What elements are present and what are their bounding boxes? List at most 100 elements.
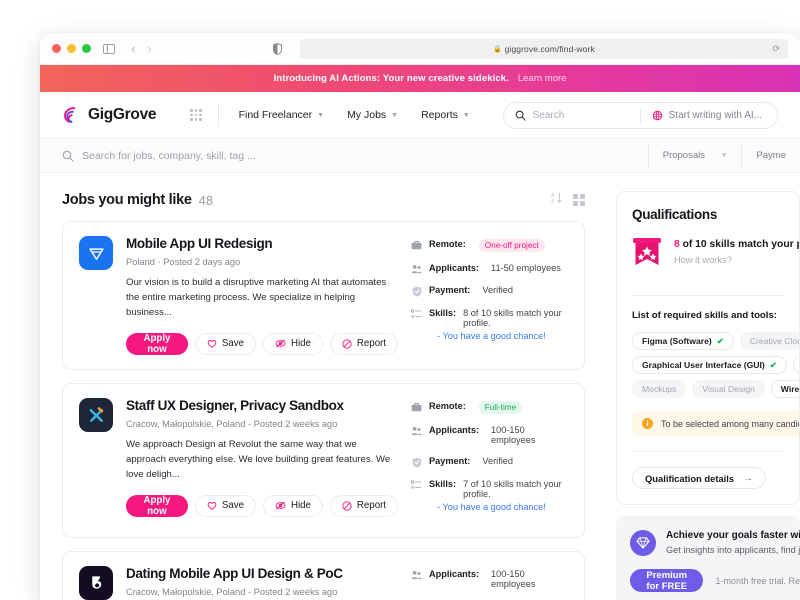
app-header: GigGrove Find Freelancer ▼ My Jobs ▼ Rep… [40,92,800,138]
hide-button[interactable]: Hide [262,494,323,517]
detail-applicants: Applicants: 11-50 employees [411,263,568,274]
job-title[interactable]: Staff UX Designer, Privacy Sandbox [126,398,398,414]
detail-value: 11-50 employees [491,263,561,273]
filter-proposals[interactable]: Proposals ▼ [647,144,742,167]
save-button[interactable]: Save [194,494,256,517]
report-button[interactable]: Report [329,332,398,355]
reload-icon[interactable]: ⟳ [772,43,780,54]
apply-now-button[interactable]: Apply now [126,332,188,355]
detail-label: Payment: [429,285,471,295]
jobs-header: Jobs you might like 48 A Z [62,191,605,209]
detail-skills: Skills: 7 of 10 skills match your profil… [411,479,568,512]
header-search-input[interactable]: Search [515,110,640,121]
skills-chance-note: - You have a good chance! [437,501,546,512]
panel-divider [632,451,784,452]
qualifications-summary: 8 of 10 skills match your p How it works… [632,237,799,280]
skill-chip[interactable]: Visual Design [692,380,765,398]
hide-button[interactable]: Hide [262,332,323,355]
premium-promo-card[interactable]: Achieve your goals faster with Get insig… [616,516,800,600]
brand-logo-link[interactable]: GigGrove [62,106,157,125]
skill-chip[interactable]: Figma (Software) ✔ [632,332,734,350]
traffic-lights[interactable] [52,44,91,53]
promo-banner[interactable]: Introducing AI Actions: Your new creativ… [40,65,800,92]
brand-name: GigGrove [88,106,157,123]
browser-window: ‹ › 🔒 giggrove.com/find-work ⟳ Introduci… [40,33,800,600]
how-it-works-link[interactable]: How it works? [674,255,799,265]
sidebar-toggle-icon[interactable] [101,41,117,57]
apply-now-button[interactable]: Apply now [126,494,188,517]
nav-item-my-jobs[interactable]: My Jobs ▼ [347,109,398,121]
skill-chip[interactable]: Mockups [632,380,687,398]
giggrove-logo-icon [64,106,76,123]
company-logo [79,565,113,600]
maximize-window-button[interactable] [82,44,91,53]
qualification-details-button[interactable]: Qualification details → [632,467,767,489]
skills-chip-list: Figma (Software) ✔ Creative Cloud Graphic… [632,332,799,398]
job-card[interactable]: Mobile App UI Redesign Poland · Posted 2… [62,221,585,370]
privacy-shield-icon[interactable] [270,41,286,57]
premium-for-free-button[interactable]: Premium for FREE [630,569,704,592]
skills-match-text: of 10 skills match your p [679,239,800,250]
job-title[interactable]: Mobile App UI Redesign [126,236,398,252]
job-card[interactable]: Staff UX Designer, Privacy Sandbox Craco… [62,382,585,538]
skill-chip[interactable]: User Flo [792,356,799,374]
back-arrow-icon[interactable]: ‹ [131,42,135,55]
premium-trial-note: 1-month free trial. Re [715,575,800,586]
detail-label: Applicants: [429,424,480,435]
promo-learn-more-link[interactable]: Learn more [518,73,567,84]
header-search-pill[interactable]: Search Start writing with AI... [502,101,778,129]
lock-icon: 🔒 [492,45,502,53]
detail-label: Remote: [429,239,466,249]
filter-payment[interactable]: Payme [741,144,800,167]
job-search-placeholder: Search for jobs, company, skill, tag ... [82,149,256,162]
remote-badge: One-off project [478,239,545,252]
briefcase-icon [411,401,422,412]
job-details: Remote: One-off project Applicants: 11-5… [411,236,568,355]
job-search-bar: Search for jobs, company, skill, tag ...… [40,138,800,173]
company-logo [79,397,113,432]
detail-remote: Remote: One-off project [411,239,568,252]
skill-chip[interactable]: Graphical User Interface (GUI) ✔ [632,356,787,374]
chevron-down-icon: ▼ [462,111,470,119]
nav-item-reports[interactable]: Reports ▼ [421,109,470,121]
skill-label: Graphical User Interface (GUI) [642,360,765,370]
filter-label: Payme [756,150,786,161]
job-title[interactable]: Dating Mobile App UI Design & PoC [126,566,398,582]
nav-label: Find Freelancer [238,109,313,121]
skill-chip[interactable]: Creative Cloud [739,332,799,350]
address-bar[interactable]: 🔒 giggrove.com/find-work ⟳ [299,38,788,59]
minimize-window-button[interactable] [67,44,76,53]
heart-icon [207,501,217,510]
browser-nav-arrows[interactable]: ‹ › [131,42,152,55]
selection-notice: i To be selected among many candidat [632,411,799,436]
check-icon: ✔ [769,359,777,370]
app-grid-icon[interactable] [190,109,202,121]
grid-view-icon[interactable] [573,194,585,206]
job-description: We approach Design at Revolut the same w… [126,438,391,480]
job-main: Staff UX Designer, Privacy Sandbox Craco… [126,398,398,523]
list-icon [411,479,422,490]
detail-payment: Payment: Verified [411,456,568,468]
job-search-input[interactable]: Search for jobs, company, skill, tag ... [62,150,256,162]
premium-promo-bottom: Premium for FREE 1-month free trial. Re [630,569,800,592]
report-label: Report [356,338,386,350]
panel-divider [632,295,784,296]
premium-promo-copy: Achieve your goals faster with Get insig… [666,530,800,555]
forward-arrow-icon[interactable]: › [147,42,151,55]
skill-chip[interactable]: Wireframing [770,380,799,398]
close-window-button[interactable] [52,44,61,53]
arrow-right-icon: → [743,472,754,484]
sort-az-icon[interactable]: A Z [551,191,562,209]
detail-label: Applicants: [429,568,480,579]
company-logo [79,236,113,270]
ai-write-button[interactable]: Start writing with AI... [641,110,775,121]
skills-list-heading: List of required skills and tools: [632,310,777,321]
save-button[interactable]: Save [194,332,256,355]
qualifications-title: Qualifications [632,207,718,222]
report-button[interactable]: Report [329,494,398,517]
svg-text:Z: Z [551,199,554,204]
search-icon [515,110,526,121]
skill-label: Visual Design [702,384,755,394]
job-card[interactable]: Dating Mobile App UI Design & PoC Cracow… [62,550,585,600]
nav-item-find-freelancer[interactable]: Find Freelancer ▼ [239,109,324,121]
